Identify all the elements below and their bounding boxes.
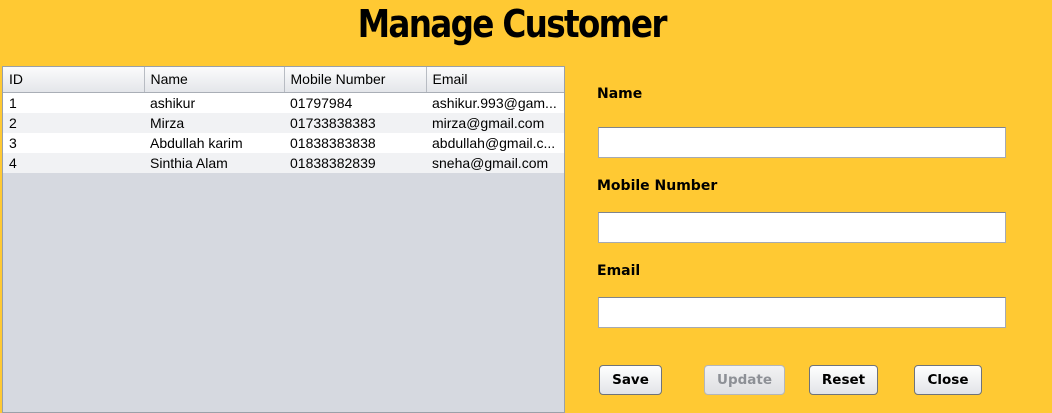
cell-name: Mirza bbox=[144, 112, 284, 133]
email-label: Email bbox=[597, 263, 641, 279]
name-label: Name bbox=[597, 86, 643, 102]
table-row[interactable]: 4 Sinthia Alam 01838382839 sneha@gmail.c… bbox=[3, 152, 564, 173]
reset-button[interactable]: Reset bbox=[809, 365, 878, 395]
cell-name: ashikur bbox=[144, 92, 284, 113]
cell-id: 1 bbox=[3, 92, 144, 113]
save-button[interactable]: Save bbox=[599, 365, 662, 395]
cell-id: 2 bbox=[3, 112, 144, 133]
cell-email: ashikur.993@gam... bbox=[426, 92, 564, 113]
mobile-number-field[interactable] bbox=[598, 212, 1006, 243]
cell-id: 3 bbox=[3, 132, 144, 153]
mobile-number-label: Mobile Number bbox=[597, 178, 718, 194]
column-header-name[interactable]: Name bbox=[144, 67, 285, 93]
cell-email: abdullah@gmail.c... bbox=[426, 132, 564, 153]
cell-name: Abdullah karim bbox=[144, 132, 284, 153]
column-header-mobile-number[interactable]: Mobile Number bbox=[284, 67, 427, 93]
cell-email: sneha@gmail.com bbox=[426, 152, 564, 173]
cell-mobile-number: 01797984 bbox=[284, 92, 426, 113]
close-button[interactable]: Close bbox=[914, 365, 982, 395]
column-header-id[interactable]: ID bbox=[3, 67, 145, 93]
table-row[interactable]: 1 ashikur 01797984 ashikur.993@gam... bbox=[3, 92, 564, 113]
table-row[interactable]: 2 Mirza 01733838383 mirza@gmail.com bbox=[3, 112, 564, 133]
page-title: Manage Customer bbox=[357, 2, 668, 46]
cell-mobile-number: 01838382839 bbox=[284, 152, 426, 173]
table-row[interactable]: 3 Abdullah karim 01838383838 abdullah@gm… bbox=[3, 132, 564, 153]
cell-id: 4 bbox=[3, 152, 144, 173]
update-button[interactable]: Update bbox=[704, 365, 785, 395]
cell-email: mirza@gmail.com bbox=[426, 112, 564, 133]
customer-table-panel[interactable]: ID Name Mobile Number Email 1 ashikur 01… bbox=[2, 66, 565, 413]
column-header-email[interactable]: Email bbox=[426, 67, 564, 93]
cell-mobile-number: 01838383838 bbox=[284, 132, 426, 153]
email-field[interactable] bbox=[598, 297, 1006, 328]
name-field[interactable] bbox=[598, 127, 1006, 158]
cell-name: Sinthia Alam bbox=[144, 152, 284, 173]
table-header-row: ID Name Mobile Number Email bbox=[3, 67, 564, 93]
customer-table[interactable]: ID Name Mobile Number Email 1 ashikur 01… bbox=[3, 67, 564, 173]
cell-mobile-number: 01733838383 bbox=[284, 112, 426, 133]
